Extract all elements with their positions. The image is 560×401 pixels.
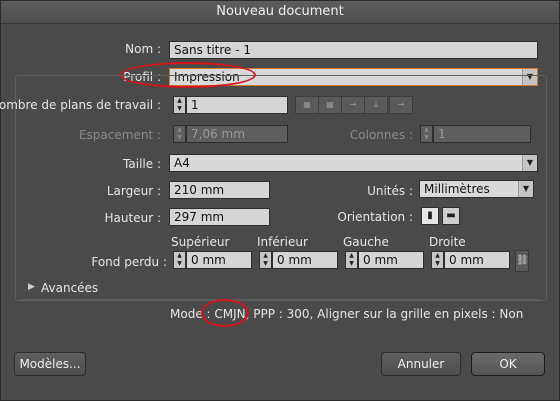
bleed-label: Fond perdu : bbox=[91, 255, 167, 269]
units-select[interactable]: Millimètres ▼ bbox=[419, 180, 534, 198]
columns-input[interactable]: 1 bbox=[433, 125, 531, 143]
new-document-dialog: Nouveau document Nom : Sans titre - 1 Pr… bbox=[0, 0, 560, 401]
units-value: Millimètres bbox=[424, 182, 490, 196]
color-mode-highlight-circle bbox=[201, 299, 249, 327]
artboards-label: Nombre de plans de travail : bbox=[0, 98, 161, 112]
layout-direction-icon[interactable]: → bbox=[389, 96, 413, 114]
templates-button[interactable]: Modèles... bbox=[14, 352, 86, 376]
columns-stepper[interactable]: ▲ ▼ bbox=[420, 125, 433, 143]
artboards-input[interactable]: 1 bbox=[186, 96, 288, 114]
size-value: A4 bbox=[174, 156, 190, 170]
height-input[interactable]: 297 mm bbox=[169, 208, 270, 226]
size-select[interactable]: A4 ▼ bbox=[169, 154, 538, 172]
width-label: Largeur : bbox=[106, 184, 161, 198]
arrange-by-row-icon[interactable]: → bbox=[341, 96, 365, 114]
size-label: Taille : bbox=[123, 157, 161, 171]
spacing-stepper[interactable]: ▲ ▼ bbox=[173, 125, 186, 143]
spacing-input[interactable]: 7,06 mm bbox=[186, 125, 288, 143]
height-label: Hauteur : bbox=[104, 211, 161, 225]
link-bleed-icon[interactable]: ⛓ bbox=[515, 250, 529, 272]
portrait-orientation-icon[interactable]: ▮ bbox=[421, 207, 439, 225]
divider bbox=[21, 299, 541, 300]
window-title: Nouveau document bbox=[1, 1, 559, 24]
bleed-top-input[interactable]: 0 mm bbox=[186, 251, 252, 269]
advanced-toggle[interactable]: Avancées bbox=[41, 281, 98, 295]
bleed-right-input[interactable]: 0 mm bbox=[444, 251, 510, 269]
bleed-bottom-label: Inférieur bbox=[257, 235, 308, 249]
grid-by-column-icon[interactable]: ▦ bbox=[318, 96, 342, 114]
bleed-left-stepper[interactable]: ▲ ▼ bbox=[345, 251, 358, 269]
bleed-left-label: Gauche bbox=[343, 235, 389, 249]
orientation-label: Orientation : bbox=[337, 210, 413, 224]
artboards-stepper[interactable]: ▲ ▼ bbox=[173, 96, 186, 114]
grid-by-row-icon[interactable]: ▦ bbox=[295, 96, 319, 114]
units-label: Unités : bbox=[367, 184, 413, 198]
chevron-down-icon: ▼ bbox=[522, 155, 537, 171]
bleed-bottom-input[interactable]: 0 mm bbox=[272, 251, 338, 269]
expand-triangle-icon[interactable]: ▶ bbox=[28, 282, 35, 292]
name-label: Nom : bbox=[125, 42, 161, 56]
cancel-button[interactable]: Annuler bbox=[381, 352, 461, 376]
ok-button[interactable]: OK bbox=[471, 352, 545, 376]
bleed-top-label: Supérieur bbox=[171, 235, 230, 249]
bleed-top-stepper[interactable]: ▲ ▼ bbox=[173, 251, 186, 269]
landscape-orientation-icon[interactable]: ▬ bbox=[442, 207, 460, 225]
width-input[interactable]: 210 mm bbox=[169, 181, 270, 199]
columns-label: Colonnes : bbox=[349, 128, 413, 142]
mode-details: , PPP : 300, Aligner sur la grille en pi… bbox=[245, 307, 524, 321]
bleed-right-stepper[interactable]: ▲ ▼ bbox=[431, 251, 444, 269]
bleed-bottom-stepper[interactable]: ▲ ▼ bbox=[259, 251, 272, 269]
spacing-label: Espacement : bbox=[78, 128, 161, 142]
arrange-by-column-icon[interactable]: ↓ bbox=[364, 96, 388, 114]
name-input[interactable]: Sans titre - 1 bbox=[169, 41, 538, 59]
bleed-left-input[interactable]: 0 mm bbox=[358, 251, 424, 269]
chevron-down-icon: ▼ bbox=[518, 181, 533, 197]
bleed-right-label: Droite bbox=[429, 235, 466, 249]
